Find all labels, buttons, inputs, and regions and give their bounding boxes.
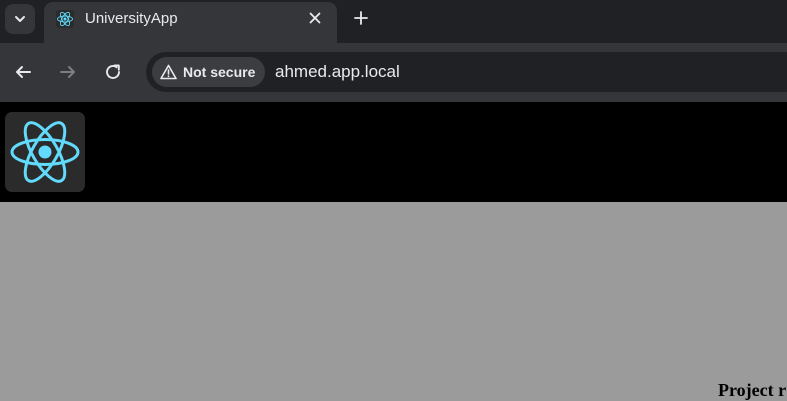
app-logo[interactable] [5, 112, 85, 192]
page-header [0, 102, 787, 202]
arrow-right-icon [60, 66, 75, 78]
active-tab[interactable]: UniversityApp [44, 2, 337, 43]
react-logo-icon [10, 121, 80, 183]
tab-close-button[interactable] [305, 8, 325, 28]
browser-toolbar: Not secure ahmed.app.local [0, 43, 787, 102]
url-text[interactable]: ahmed.app.local [275, 62, 400, 82]
tab-search-button[interactable] [5, 4, 35, 34]
security-chip[interactable]: Not secure [152, 57, 265, 87]
chevron-down-icon [15, 16, 25, 22]
tab-strip: UniversityApp [0, 0, 787, 43]
address-bar[interactable]: Not secure ahmed.app.local [146, 52, 787, 92]
close-icon [309, 12, 321, 24]
forward-button[interactable] [56, 60, 80, 84]
back-button[interactable] [11, 60, 35, 84]
reload-icon [106, 64, 120, 79]
react-icon [56, 10, 74, 28]
tab-title: UniversityApp [85, 10, 178, 27]
warning-icon [160, 64, 177, 80]
reload-button[interactable] [101, 60, 125, 84]
arrow-left-icon [16, 66, 31, 78]
plus-icon [354, 11, 368, 25]
new-tab-button[interactable] [349, 6, 373, 30]
page-body: Project r [0, 202, 787, 401]
project-heading: Project r [718, 380, 787, 400]
security-label: Not secure [183, 64, 256, 80]
